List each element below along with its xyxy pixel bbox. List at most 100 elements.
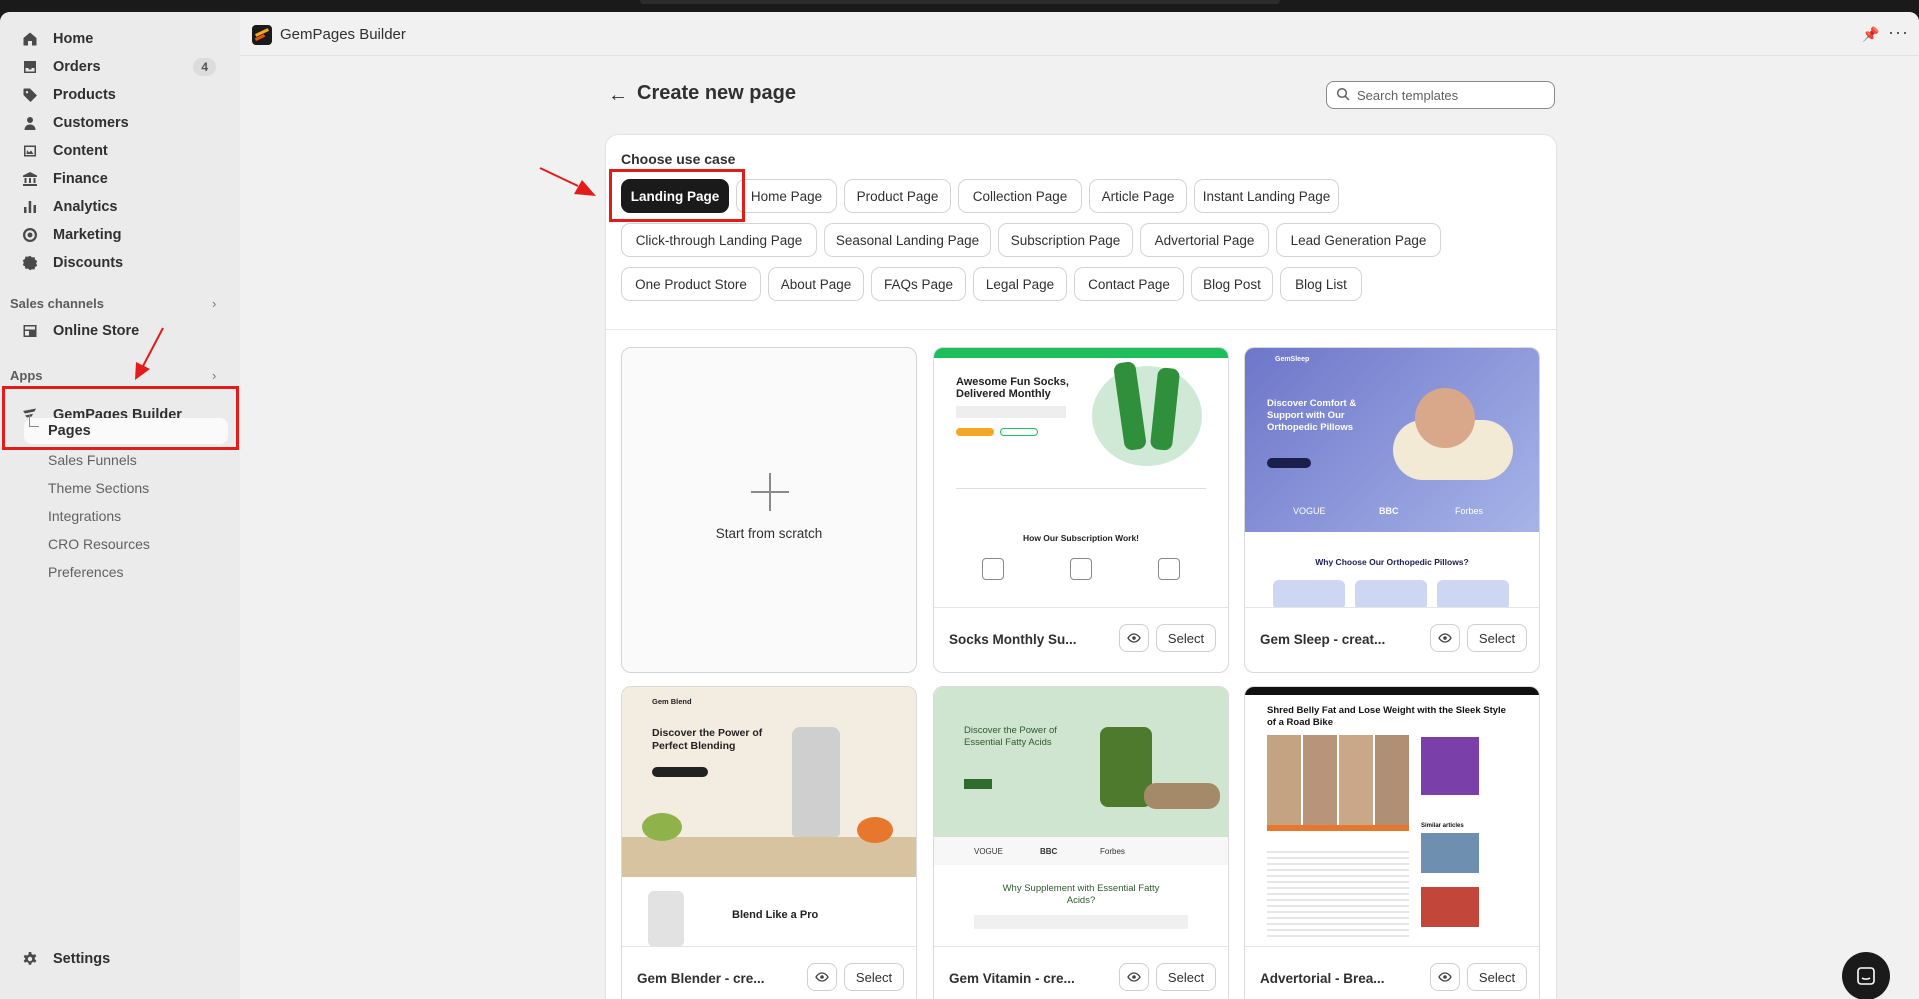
gear-icon [22, 951, 38, 967]
sidebar-item-finance[interactable]: Finance [12, 166, 228, 192]
chip-legal-page[interactable]: Legal Page [973, 267, 1067, 301]
sidebar-item-marketing[interactable]: Marketing [12, 222, 228, 248]
fruit-shape [642, 813, 682, 841]
admin-frame: Home Orders 4 Products Customers Content… [0, 12, 1919, 999]
template-headline: Awesome Fun Socks, Delivered Monthly [956, 376, 1069, 400]
cta-button-shape [652, 767, 708, 777]
template-card[interactable]: Gem Blend Discover the Power of Perfect … [621, 686, 917, 999]
search-icon [1336, 87, 1350, 101]
feature-icon [1070, 558, 1092, 580]
sidebar-item-label: Marketing [53, 227, 122, 243]
more-options-icon[interactable]: ··· [1888, 22, 1909, 43]
template-name: Socks Monthly Su... [949, 632, 1077, 647]
bank-icon [22, 171, 38, 187]
sidebar-subitem-cro-resources[interactable]: CRO Resources [48, 536, 150, 552]
chip-collection-page[interactable]: Collection Page [958, 179, 1082, 213]
chip-click-through-landing-page[interactable]: Click-through Landing Page [621, 223, 817, 257]
eye-icon [1127, 633, 1141, 643]
template-card[interactable]: Awesome Fun Socks, Delivered Monthly How… [933, 347, 1229, 673]
chip-seasonal-landing-page[interactable]: Seasonal Landing Page [824, 223, 991, 257]
select-button[interactable]: Select [844, 963, 904, 991]
sidebar-subitem-sales-funnels[interactable]: Sales Funnels [48, 452, 137, 468]
sidebar-item-label: Analytics [53, 199, 118, 215]
sidebar-item-online-store[interactable]: Online Store [12, 318, 228, 344]
preview-button[interactable] [1430, 624, 1460, 652]
template-footer: Gem Sleep - creat... Select [1245, 608, 1539, 672]
eye-icon [815, 972, 829, 982]
template-footer: Advertorial - Brea... Select [1245, 947, 1539, 999]
pin-icon[interactable]: 📌 [1862, 26, 1879, 43]
chip-about-page[interactable]: About Page [768, 267, 864, 301]
template-card[interactable]: Discover the Power of Essential Fatty Ac… [933, 686, 1229, 999]
text-placeholder [956, 406, 1066, 418]
app-title: GemPages Builder [280, 26, 406, 43]
preview-button[interactable] [1119, 963, 1149, 991]
photo-shape [1375, 735, 1409, 831]
chip-advertorial-page[interactable]: Advertorial Page [1140, 223, 1269, 257]
back-arrow-icon[interactable]: ← [608, 84, 628, 107]
sidebar-item-settings[interactable]: Settings [12, 946, 228, 972]
sidebar-item-discounts[interactable]: Discounts [12, 250, 228, 276]
chip-contact-page[interactable]: Contact Page [1074, 267, 1184, 301]
select-button[interactable]: Select [1467, 624, 1527, 652]
preview-button[interactable] [807, 963, 837, 991]
sidebar-item-label: Settings [53, 951, 111, 967]
template-section-title: Why Choose Our Orthopedic Pillows? [1315, 557, 1469, 567]
template-headline: Discover the Power of Essential Fatty Ac… [964, 725, 1057, 748]
sidebar-item-orders[interactable]: Orders 4 [12, 54, 228, 80]
chevron-right-icon[interactable]: › [212, 368, 216, 383]
template-card[interactable]: Shred Belly Fat and Lose Weight with the… [1244, 686, 1540, 999]
eye-icon [1438, 972, 1452, 982]
sidebar-item-analytics[interactable]: Analytics [12, 194, 228, 220]
select-button[interactable]: Select [1156, 963, 1216, 991]
sidebar-subitem-integrations[interactable]: Integrations [48, 508, 121, 524]
top-bar [1245, 687, 1539, 695]
chip-home-page[interactable]: Home Page [736, 179, 837, 213]
template-name: Advertorial - Brea... [1260, 971, 1385, 986]
sidebar-heading: Similar articles [1421, 823, 1464, 829]
cta-button-shape [1267, 458, 1311, 468]
template-footer: Socks Monthly Su... Select [934, 608, 1228, 672]
article-thumb-shape [1421, 833, 1479, 873]
hero-background [934, 687, 1228, 837]
chip-faqs-page[interactable]: FAQs Page [871, 267, 966, 301]
chip-one-product-store[interactable]: One Product Store [621, 267, 761, 301]
chip-article-page[interactable]: Article Page [1089, 179, 1187, 213]
search-templates-field[interactable] [1326, 81, 1555, 109]
person-icon [22, 115, 38, 131]
bar-chart-icon [22, 199, 38, 215]
preview-button[interactable] [1119, 624, 1149, 652]
select-button[interactable]: Select [1156, 624, 1216, 652]
sidebar-item-home[interactable]: Home [12, 26, 228, 52]
eye-icon [1127, 972, 1141, 982]
chip-blog-list[interactable]: Blog List [1280, 267, 1362, 301]
template-name: Gem Blender - cre... [637, 971, 765, 986]
person-shape [1415, 388, 1475, 448]
feature-card-shape [1355, 580, 1427, 607]
sidebar-item-content[interactable]: Content [12, 138, 228, 164]
chip-lead-generation-page[interactable]: Lead Generation Page [1276, 223, 1441, 257]
sidebar-subitem-theme-sections[interactable]: Theme Sections [48, 480, 149, 496]
chevron-right-icon[interactable]: › [212, 296, 216, 311]
template-preview: Gem Blend Discover the Power of Perfect … [622, 687, 916, 947]
preview-button[interactable] [1430, 963, 1460, 991]
start-from-scratch-card[interactable]: Start from scratch [621, 347, 917, 673]
template-card[interactable]: GemSleep Discover Comfort & Support with… [1244, 347, 1540, 673]
plus-icon [751, 473, 789, 511]
select-button[interactable]: Select [1467, 963, 1527, 991]
chat-button[interactable] [1842, 952, 1890, 999]
chip-blog-post[interactable]: Blog Post [1191, 267, 1273, 301]
search-input[interactable] [1357, 86, 1547, 104]
feature-icon [982, 558, 1004, 580]
annotation-arrow-icon [135, 327, 164, 380]
template-headline: Discover Comfort & Support with Our Orth… [1267, 398, 1357, 433]
sidebar-item-customers[interactable]: Customers [12, 110, 228, 136]
orders-count-badge: 4 [193, 58, 216, 76]
wood-shape [1144, 783, 1220, 809]
address-bar [640, 0, 1280, 4]
chip-instant-landing-page[interactable]: Instant Landing Page [1194, 179, 1339, 213]
chip-product-page[interactable]: Product Page [844, 179, 951, 213]
sidebar-subitem-preferences[interactable]: Preferences [48, 564, 123, 580]
sidebar-item-products[interactable]: Products [12, 82, 228, 108]
chip-subscription-page[interactable]: Subscription Page [998, 223, 1133, 257]
